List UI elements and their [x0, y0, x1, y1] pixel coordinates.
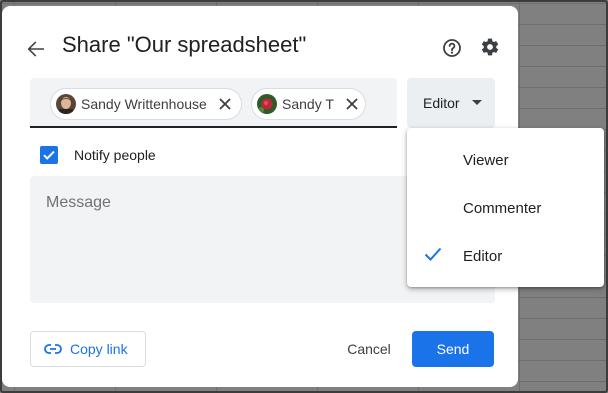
- link-icon: [44, 344, 62, 354]
- menu-item-label: Editor: [463, 247, 503, 265]
- caret-down-icon: [471, 100, 482, 106]
- notify-row: Notify people: [40, 146, 156, 164]
- arrow-back-icon: [27, 41, 44, 57]
- send-button[interactable]: Send: [412, 331, 494, 367]
- close-icon: [346, 98, 358, 110]
- recipient-chip[interactable]: Sandy T: [251, 88, 366, 120]
- gear-icon: [481, 38, 499, 56]
- checkmark-icon: [424, 247, 442, 261]
- role-select-label: Editor: [423, 95, 460, 111]
- notify-label: Notify people: [74, 147, 156, 163]
- avatar: [56, 94, 76, 114]
- close-icon: [219, 98, 231, 110]
- remove-recipient-button[interactable]: [342, 94, 362, 114]
- copy-link-label: Copy link: [70, 341, 128, 357]
- menu-item-editor[interactable]: Editor: [407, 232, 604, 280]
- copy-link-button[interactable]: Copy link: [30, 331, 146, 367]
- avatar: [257, 94, 277, 114]
- back-button[interactable]: [22, 37, 50, 61]
- dialog-title: Share "Our spreadsheet": [62, 32, 307, 57]
- help-circle-icon: [443, 39, 461, 57]
- remove-recipient-button[interactable]: [215, 94, 235, 114]
- notify-checkbox[interactable]: [40, 146, 58, 164]
- menu-item-label: Commenter: [463, 199, 542, 217]
- menu-item-label: Viewer: [463, 151, 509, 169]
- menu-item-viewer[interactable]: Viewer: [407, 136, 604, 184]
- help-button[interactable]: [439, 35, 465, 61]
- cancel-button[interactable]: Cancel: [334, 331, 404, 367]
- recipient-name: Sandy Writtenhouse: [81, 96, 207, 112]
- recipients-field[interactable]: Sandy Writtenhouse Sandy T: [30, 78, 397, 128]
- recipient-chip[interactable]: Sandy Writtenhouse: [50, 88, 242, 120]
- role-menu: Viewer Commenter Editor: [407, 128, 604, 287]
- checkmark-icon: [43, 150, 55, 160]
- settings-button[interactable]: [477, 34, 503, 60]
- recipient-name: Sandy T: [282, 96, 334, 112]
- role-select[interactable]: Editor: [407, 78, 495, 128]
- menu-item-commenter[interactable]: Commenter: [407, 184, 604, 232]
